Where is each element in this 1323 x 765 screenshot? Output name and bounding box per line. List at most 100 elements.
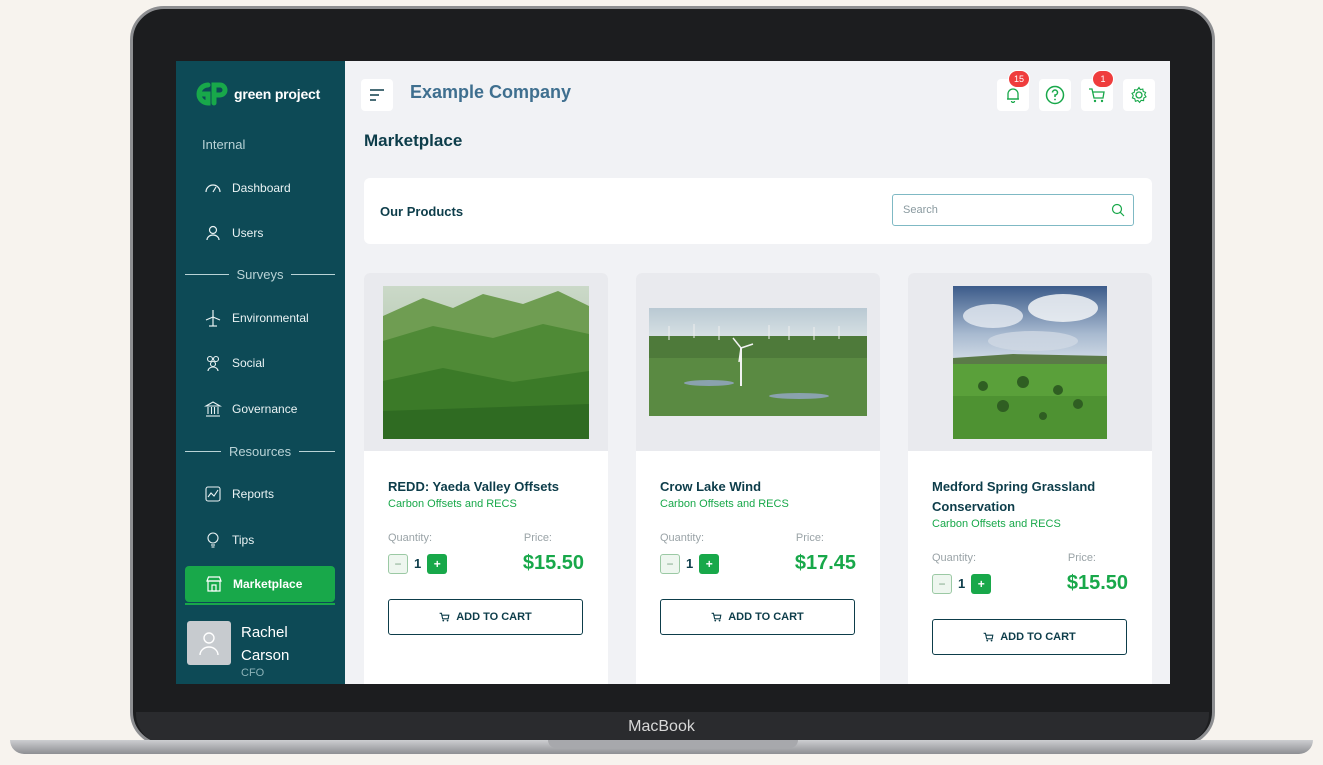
section-title: Our Products bbox=[380, 204, 464, 219]
product-category: Carbon Offsets and RECS bbox=[932, 518, 1061, 530]
sidebar-item-reports[interactable]: Reports bbox=[204, 485, 274, 503]
people-icon bbox=[206, 355, 220, 372]
decrease-quantity-button[interactable]: − bbox=[388, 553, 408, 574]
cart-icon bbox=[711, 612, 722, 622]
product-category: Carbon Offsets and RECS bbox=[388, 498, 517, 510]
help-icon bbox=[1045, 85, 1065, 105]
sidebar-item-tips[interactable]: Tips bbox=[204, 531, 254, 549]
laptop-notch bbox=[548, 740, 798, 748]
sidebar-item-dashboard[interactable]: Dashboard bbox=[204, 179, 291, 197]
section-resources-label: Resources bbox=[228, 444, 292, 459]
product-image-frame bbox=[908, 273, 1152, 451]
product-card: Crow Lake Wind Carbon Offsets and RECS Q… bbox=[636, 273, 880, 684]
user-icon bbox=[206, 225, 220, 241]
product-category: Carbon Offsets and RECS bbox=[660, 498, 789, 510]
cart-badge: 1 bbox=[1092, 70, 1114, 88]
device-brand-label: MacBook bbox=[628, 718, 695, 735]
increase-quantity-button[interactable]: + bbox=[699, 553, 720, 574]
sidebar: green project Internal Dashboard Users S… bbox=[176, 61, 345, 684]
menu-icon bbox=[370, 89, 384, 101]
product-price: $17.45 bbox=[794, 552, 856, 574]
app-screen: green project Internal Dashboard Users S… bbox=[176, 61, 1170, 684]
sidebar-item-label: Social bbox=[232, 356, 265, 370]
products-toolbar: Our Products bbox=[364, 178, 1152, 244]
gear-icon bbox=[1131, 86, 1147, 104]
sidebar-item-environmental[interactable]: Environmental bbox=[204, 309, 309, 327]
logo-mark-icon bbox=[196, 82, 228, 106]
decrease-quantity-button[interactable]: − bbox=[932, 573, 952, 594]
lightbulb-icon bbox=[207, 532, 219, 548]
active-indicator bbox=[185, 603, 335, 605]
add-to-cart-button[interactable]: ADD TO CART bbox=[660, 599, 855, 635]
sidebar-item-marketplace[interactable]: Marketplace bbox=[185, 566, 335, 602]
search-icon[interactable] bbox=[1111, 203, 1125, 217]
quantity-label: Quantity: bbox=[660, 532, 705, 544]
add-to-cart-label: ADD TO CART bbox=[456, 611, 532, 623]
add-to-cart-label: ADD TO CART bbox=[1000, 631, 1076, 643]
sidebar-item-label: Reports bbox=[232, 487, 275, 501]
page-title: Marketplace bbox=[364, 131, 463, 150]
user-card[interactable]: Rachel Carson CFO bbox=[187, 621, 289, 679]
add-to-cart-button[interactable]: ADD TO CART bbox=[388, 599, 583, 635]
notifications-button[interactable]: 15 bbox=[997, 70, 1030, 111]
section-surveys-divider: Surveys bbox=[185, 267, 335, 282]
product-image-frame bbox=[636, 273, 880, 451]
forest-valley-image bbox=[383, 285, 589, 439]
add-to-cart-button[interactable]: ADD TO CART bbox=[932, 619, 1127, 655]
sidebar-item-users[interactable]: Users bbox=[204, 224, 263, 242]
price-label: Price: bbox=[1067, 552, 1096, 564]
wind-turbine-icon bbox=[205, 310, 221, 327]
increase-quantity-button[interactable]: + bbox=[427, 553, 448, 574]
notifications-badge: 15 bbox=[1008, 70, 1030, 88]
section-surveys-label: Surveys bbox=[236, 267, 284, 282]
product-title: Medford Spring Grassland Conservation bbox=[932, 479, 1096, 514]
bell-icon bbox=[1007, 88, 1019, 103]
section-resources-divider: Resources bbox=[185, 444, 336, 459]
gauge-icon bbox=[205, 184, 221, 193]
store-icon bbox=[206, 576, 222, 592]
search-field[interactable] bbox=[892, 194, 1134, 226]
sidebar-item-label: Tips bbox=[232, 533, 255, 547]
user-last-name: Carson bbox=[241, 647, 290, 664]
settings-button[interactable] bbox=[1123, 79, 1155, 111]
logo[interactable]: green project bbox=[194, 81, 320, 107]
user-avatar-icon bbox=[199, 632, 219, 656]
cart-icon bbox=[439, 612, 450, 622]
add-to-cart-label: ADD TO CART bbox=[728, 611, 804, 623]
cart-icon bbox=[1089, 88, 1105, 103]
company-name: Example Company bbox=[410, 82, 572, 102]
sidebar-item-label: Governance bbox=[232, 402, 298, 416]
quantity-stepper: − 1 + bbox=[932, 573, 992, 594]
decrease-quantity-button[interactable]: − bbox=[660, 553, 680, 574]
product-image-frame bbox=[364, 273, 608, 451]
sidebar-item-social[interactable]: Social bbox=[204, 354, 265, 372]
quantity-label: Quantity: bbox=[932, 552, 977, 564]
quantity-label: Quantity: bbox=[388, 532, 433, 544]
avatar bbox=[187, 621, 231, 665]
sidebar-item-label: Environmental bbox=[232, 311, 309, 325]
product-title: Crow Lake Wind bbox=[660, 479, 762, 494]
cart-button[interactable]: 1 bbox=[1081, 70, 1114, 111]
user-role: CFO bbox=[241, 667, 265, 679]
search-input[interactable] bbox=[901, 203, 1111, 217]
sidebar-item-label: Users bbox=[232, 226, 264, 240]
product-card: REDD: Yaeda Valley Offsets Carbon Offset… bbox=[364, 273, 608, 684]
quantity-value: 1 bbox=[686, 556, 694, 571]
sidebar-item-label: Dashboard bbox=[232, 181, 291, 195]
logo-text: green project bbox=[234, 86, 321, 102]
increase-quantity-button[interactable]: + bbox=[971, 573, 992, 594]
quantity-value: 1 bbox=[958, 576, 966, 591]
sidebar-item-label: Marketplace bbox=[233, 577, 303, 591]
product-price: $15.50 bbox=[1066, 572, 1128, 594]
menu-toggle-button[interactable] bbox=[361, 79, 393, 111]
quantity-stepper: − 1 + bbox=[388, 553, 448, 574]
sidebar-item-governance[interactable]: Governance bbox=[204, 400, 297, 418]
grassland-image bbox=[953, 285, 1107, 439]
cart-icon bbox=[983, 632, 994, 642]
price-label: Price: bbox=[523, 532, 552, 544]
product-price: $15.50 bbox=[522, 552, 584, 574]
quantity-value: 1 bbox=[414, 556, 422, 571]
quantity-stepper: − 1 + bbox=[660, 553, 720, 574]
bank-icon bbox=[204, 401, 222, 417]
help-button[interactable] bbox=[1039, 79, 1071, 111]
